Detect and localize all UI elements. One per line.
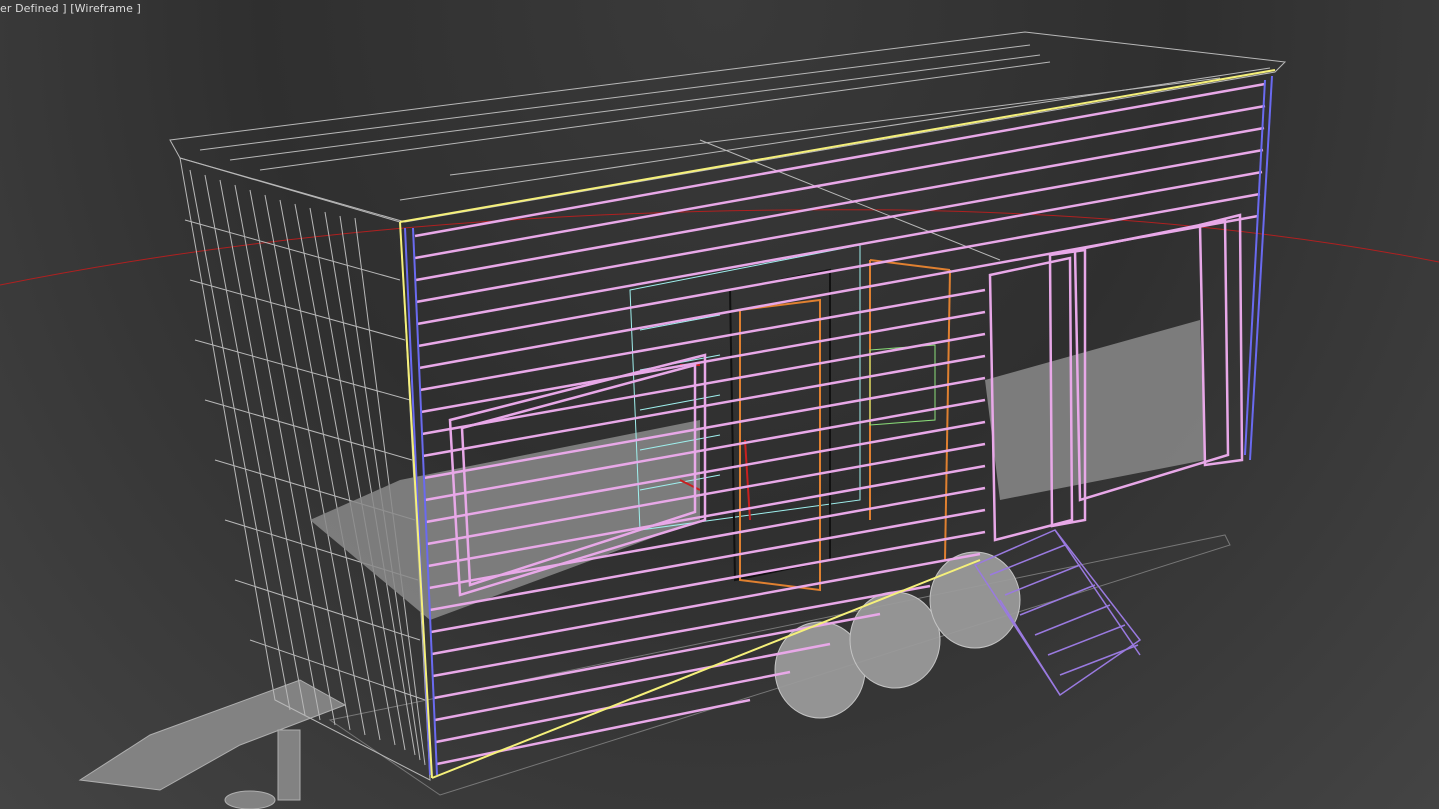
viewport-wireframe[interactable]: er Defined ] [Wireframe ] (0, 0, 1439, 809)
trailer-hitch (78, 679, 347, 809)
interior-door-frame (728, 268, 831, 582)
interior-green-object (869, 344, 936, 426)
scene-canvas[interactable] (0, 0, 1439, 809)
